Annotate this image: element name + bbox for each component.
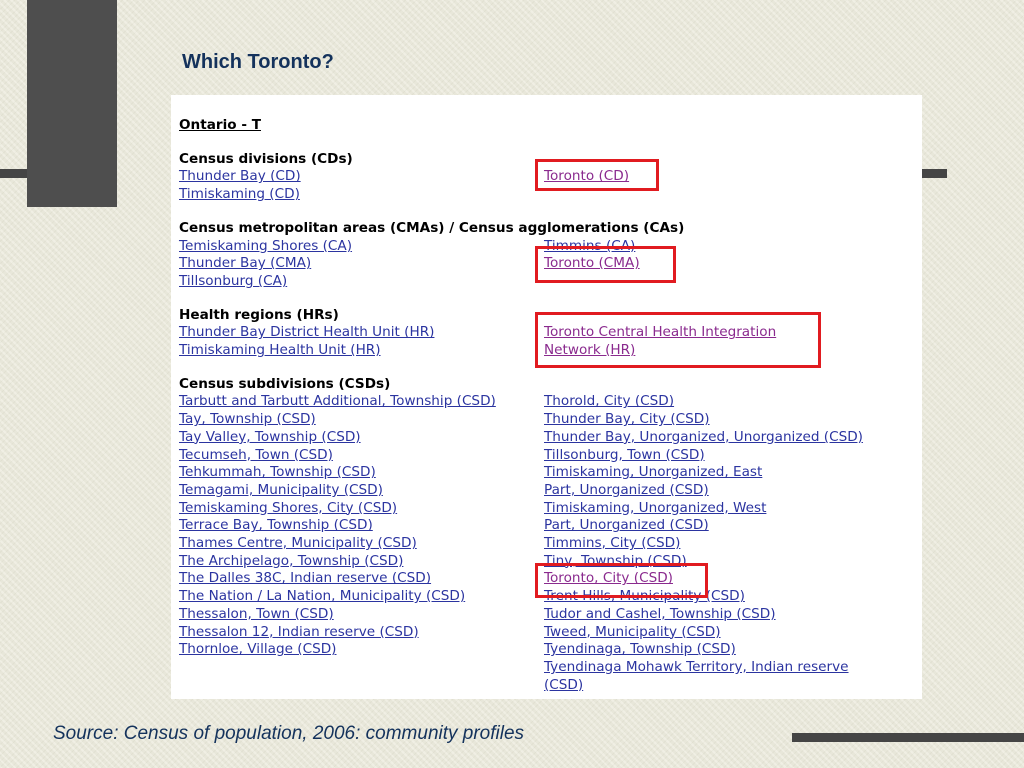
csd-link[interactable]: Thornloe, Village (CSD) (179, 641, 544, 659)
csd-link[interactable]: Tweed, Municipality (CSD) (544, 624, 914, 642)
csd-link[interactable]: Tillsonburg, Town (CSD) (544, 447, 914, 465)
link-timiskaming-health-unit[interactable]: Timiskaming Health Unit (HR) (179, 342, 544, 360)
csd-link[interactable]: Thunder Bay, Unorganized, Unorganized (C… (544, 429, 914, 447)
csd-link[interactable]: Thessalon, Town (CSD) (179, 606, 544, 624)
csd-link[interactable]: Timiskaming, Unorganized, West (544, 500, 914, 518)
csd-link[interactable]: Tudor and Cashel, Township (CSD) (544, 606, 914, 624)
left-dark-block (27, 0, 117, 207)
csd-link[interactable]: Tay, Township (CSD) (179, 411, 544, 429)
link-timiskaming-cd[interactable]: Timiskaming (CD) (179, 186, 544, 204)
csd-link[interactable]: Terrace Bay, Township (CSD) (179, 517, 544, 535)
section-heading: Census subdivisions (CSDs) (179, 375, 391, 392)
link-thunder-bay-district-health-unit[interactable]: Thunder Bay District Health Unit (HR) (179, 324, 544, 342)
csd-link[interactable]: Tay Valley, Township (CSD) (179, 429, 544, 447)
section-census-subdivisions: Census subdivisions (CSDs) Tarbutt and T… (179, 376, 914, 695)
csd-link[interactable]: (CSD) (544, 677, 914, 695)
csd-link[interactable]: Thorold, City (CSD) (544, 393, 914, 411)
divider-bar-bottom (792, 733, 1024, 742)
csd-link[interactable]: Tyendinaga Mohawk Territory, Indian rese… (544, 659, 914, 677)
csd-link[interactable]: Thames Centre, Municipality (CSD) (179, 535, 544, 553)
highlight-box-toronto-cd (535, 159, 659, 191)
csd-link[interactable]: Timiskaming, Unorganized, East (544, 464, 914, 482)
csd-link[interactable]: Temagami, Municipality (CSD) (179, 482, 544, 500)
csd-link[interactable]: Tehkummah, Township (CSD) (179, 464, 544, 482)
slide-title: Which Toronto? (182, 51, 334, 73)
csd-link[interactable]: The Nation / La Nation, Municipality (CS… (179, 588, 544, 606)
csd-link[interactable]: Tarbutt and Tarbutt Additional, Township… (179, 393, 544, 411)
letter-heading: Ontario - T (179, 117, 261, 133)
csd-link[interactable]: Part, Unorganized (CSD) (544, 482, 914, 500)
csd-link[interactable]: Part, Unorganized (CSD) (544, 517, 914, 535)
link-thunder-bay-cd[interactable]: Thunder Bay (CD) (179, 168, 544, 186)
csd-link[interactable]: Tyendinaga, Township (CSD) (544, 641, 914, 659)
link-thunder-bay-cma[interactable]: Thunder Bay (CMA) (179, 255, 544, 273)
link-temiskaming-shores-ca[interactable]: Temiskaming Shores (CA) (179, 238, 544, 256)
csd-link[interactable]: Timmins, City (CSD) (544, 535, 914, 553)
csd-link[interactable]: The Dalles 38C, Indian reserve (CSD) (179, 570, 544, 588)
csd-link[interactable]: Temiskaming Shores, City (CSD) (179, 500, 544, 518)
csd-link[interactable]: The Archipelago, Township (CSD) (179, 553, 544, 571)
csd-link[interactable]: Thessalon 12, Indian reserve (CSD) (179, 624, 544, 642)
highlight-box-toronto-hr (535, 312, 821, 368)
link-tillsonburg-ca[interactable]: Tillsonburg (CA) (179, 273, 544, 291)
csd-link[interactable]: Tecumseh, Town (CSD) (179, 447, 544, 465)
section-heading: Census metropolitan areas (CMAs) / Censu… (179, 219, 685, 236)
highlight-box-toronto-city (535, 563, 708, 598)
csd-link[interactable]: Thunder Bay, City (CSD) (544, 411, 914, 429)
panel-content: Ontario - T Census divisions (CDs) Thund… (179, 117, 914, 694)
divider-bar-right (922, 169, 947, 178)
highlight-box-toronto-cma (535, 246, 676, 283)
source-caption: Source: Census of population, 2006: comm… (53, 723, 525, 744)
divider-bar-left (0, 169, 27, 178)
